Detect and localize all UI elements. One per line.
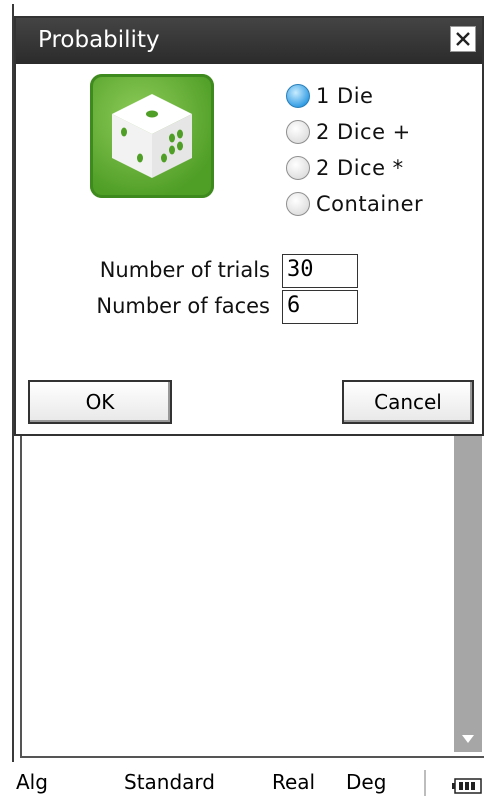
status-mode[interactable]: Alg: [16, 770, 48, 794]
die-icon: [90, 74, 214, 198]
status-bar: Alg Standard Real Deg: [0, 762, 488, 804]
close-x-icon: [456, 32, 470, 46]
radio-selected-icon: [286, 84, 310, 108]
radio-label: Container: [316, 192, 424, 216]
probability-dialog: Probability 1 Die 2 Dice + 2 Dice * Cont…: [14, 16, 484, 436]
trials-label: Number of trials: [99, 258, 270, 282]
faces-input[interactable]: 6: [282, 290, 358, 324]
radio-2-dice-times[interactable]: 2 Dice *: [286, 150, 423, 186]
trials-input[interactable]: 30: [282, 254, 358, 288]
status-angle[interactable]: Deg: [346, 770, 386, 794]
radio-unselected-icon: [286, 120, 310, 144]
radio-label: 2 Dice *: [316, 156, 404, 180]
scroll-down-button[interactable]: [454, 726, 482, 752]
faces-label: Number of faces: [96, 294, 270, 318]
status-format[interactable]: Standard: [124, 770, 215, 794]
radio-unselected-icon: [286, 156, 310, 180]
die-type-radio-group: 1 Die 2 Dice + 2 Dice * Container: [286, 78, 423, 222]
dialog-title: Probability: [38, 27, 160, 53]
radio-label: 2 Dice +: [316, 120, 411, 144]
triangle-down-icon: [462, 735, 474, 743]
faces-row: Number of faces 6: [16, 290, 482, 326]
radio-1-die[interactable]: 1 Die: [286, 78, 423, 114]
scrollbar[interactable]: [454, 436, 482, 726]
battery-icon: [452, 778, 482, 794]
status-divider: [424, 770, 426, 796]
cancel-button[interactable]: Cancel: [342, 380, 474, 424]
main-work-area[interactable]: [20, 436, 484, 758]
radio-label: 1 Die: [316, 84, 374, 108]
radio-unselected-icon: [286, 192, 310, 216]
trials-row: Number of trials 30: [16, 254, 482, 290]
dialog-titlebar: Probability: [16, 18, 482, 64]
close-button[interactable]: [450, 26, 476, 52]
ok-button[interactable]: OK: [28, 380, 172, 424]
status-number[interactable]: Real: [272, 770, 315, 794]
radio-2-dice-plus[interactable]: 2 Dice +: [286, 114, 423, 150]
radio-container[interactable]: Container: [286, 186, 423, 222]
